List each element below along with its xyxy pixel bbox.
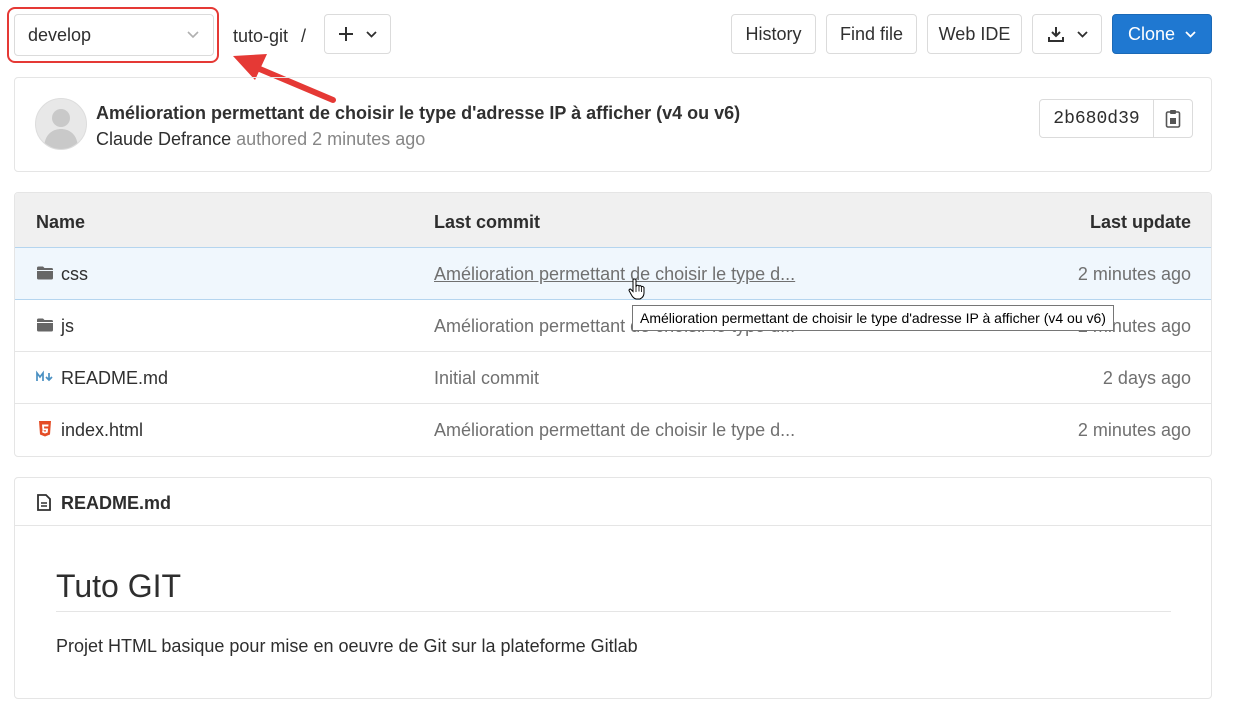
- table-row[interactable]: index.html Amélioration permettant de ch…: [15, 404, 1211, 456]
- commit-sha-group: 2b680d39: [1039, 99, 1193, 138]
- download-dropdown-button[interactable]: [1032, 14, 1102, 54]
- header-last-update: Last update: [1089, 212, 1191, 232]
- commit-message[interactable]: Amélioration permettant de choisir le ty…: [434, 420, 795, 441]
- commit-sha[interactable]: 2b680d39: [1040, 100, 1154, 137]
- readme-header: README.md: [15, 478, 1211, 526]
- commit-tooltip: Amélioration permettant de choisir le ty…: [632, 305, 1114, 331]
- copy-sha-button[interactable]: [1154, 100, 1192, 137]
- breadcrumb-project[interactable]: tuto-git: [233, 26, 288, 46]
- find-file-button[interactable]: Find file: [826, 14, 917, 54]
- table-header: Name Last commit Last update: [15, 193, 1211, 249]
- file-name[interactable]: js: [61, 316, 74, 337]
- breadcrumb-separator: /: [301, 26, 307, 46]
- readme-heading: Tuto GIT: [56, 568, 182, 604]
- commit-title[interactable]: Amélioration permettant de choisir le ty…: [96, 103, 740, 124]
- clone-button[interactable]: Clone: [1112, 14, 1212, 54]
- readme-panel: README.md Tuto GIT Projet HTML basique p…: [14, 477, 1212, 699]
- commit-author[interactable]: Claude Defrance: [96, 129, 231, 149]
- web-ide-button[interactable]: Web IDE: [927, 14, 1022, 54]
- annotation-highlight-box: [7, 7, 219, 63]
- table-row[interactable]: css Amélioration permettant de choisir l…: [15, 247, 1211, 300]
- table-row[interactable]: README.md Initial commit 2 days ago: [15, 352, 1211, 404]
- file-name[interactable]: index.html: [61, 420, 143, 441]
- avatar[interactable]: [35, 98, 87, 150]
- download-icon: [1047, 27, 1064, 42]
- file-name[interactable]: css: [61, 264, 88, 285]
- commit-time: authored 2 minutes ago: [236, 129, 426, 149]
- document-icon: [37, 494, 51, 511]
- chevron-down-icon: [1185, 30, 1196, 38]
- html5-icon: [39, 421, 51, 437]
- updated-time: 2 minutes ago: [1077, 264, 1191, 284]
- user-silhouette-icon: [44, 109, 78, 149]
- header-name: Name: [36, 212, 86, 232]
- file-name[interactable]: README.md: [61, 368, 168, 389]
- breadcrumb: tuto-git /: [233, 26, 306, 47]
- clone-label: Clone: [1127, 23, 1176, 44]
- history-button[interactable]: History: [731, 14, 816, 54]
- folder-icon: [37, 266, 53, 280]
- readme-paragraph: Projet HTML basique pour mise en oeuvre …: [56, 636, 638, 656]
- heading-divider: [56, 611, 1171, 612]
- commit-message[interactable]: Initial commit: [434, 368, 539, 389]
- folder-icon: [37, 318, 53, 332]
- plus-icon: [339, 27, 353, 41]
- chevron-down-icon: [1076, 30, 1088, 38]
- commit-author-line: Claude Defrance authored 2 minutes ago: [96, 129, 425, 150]
- clipboard-icon: [1165, 110, 1181, 128]
- hand-cursor-icon: [628, 278, 645, 300]
- add-dropdown-button[interactable]: [324, 14, 391, 54]
- updated-time: 2 minutes ago: [1077, 420, 1191, 440]
- markdown-icon: [36, 370, 53, 382]
- commit-message[interactable]: Amélioration permettant de choisir le ty…: [434, 264, 795, 285]
- readme-filename[interactable]: README.md: [61, 493, 171, 514]
- chevron-down-icon: [366, 30, 377, 38]
- header-last-commit: Last commit: [434, 212, 541, 232]
- updated-time: 2 days ago: [1102, 368, 1191, 388]
- last-commit-panel: Amélioration permettant de choisir le ty…: [14, 77, 1212, 172]
